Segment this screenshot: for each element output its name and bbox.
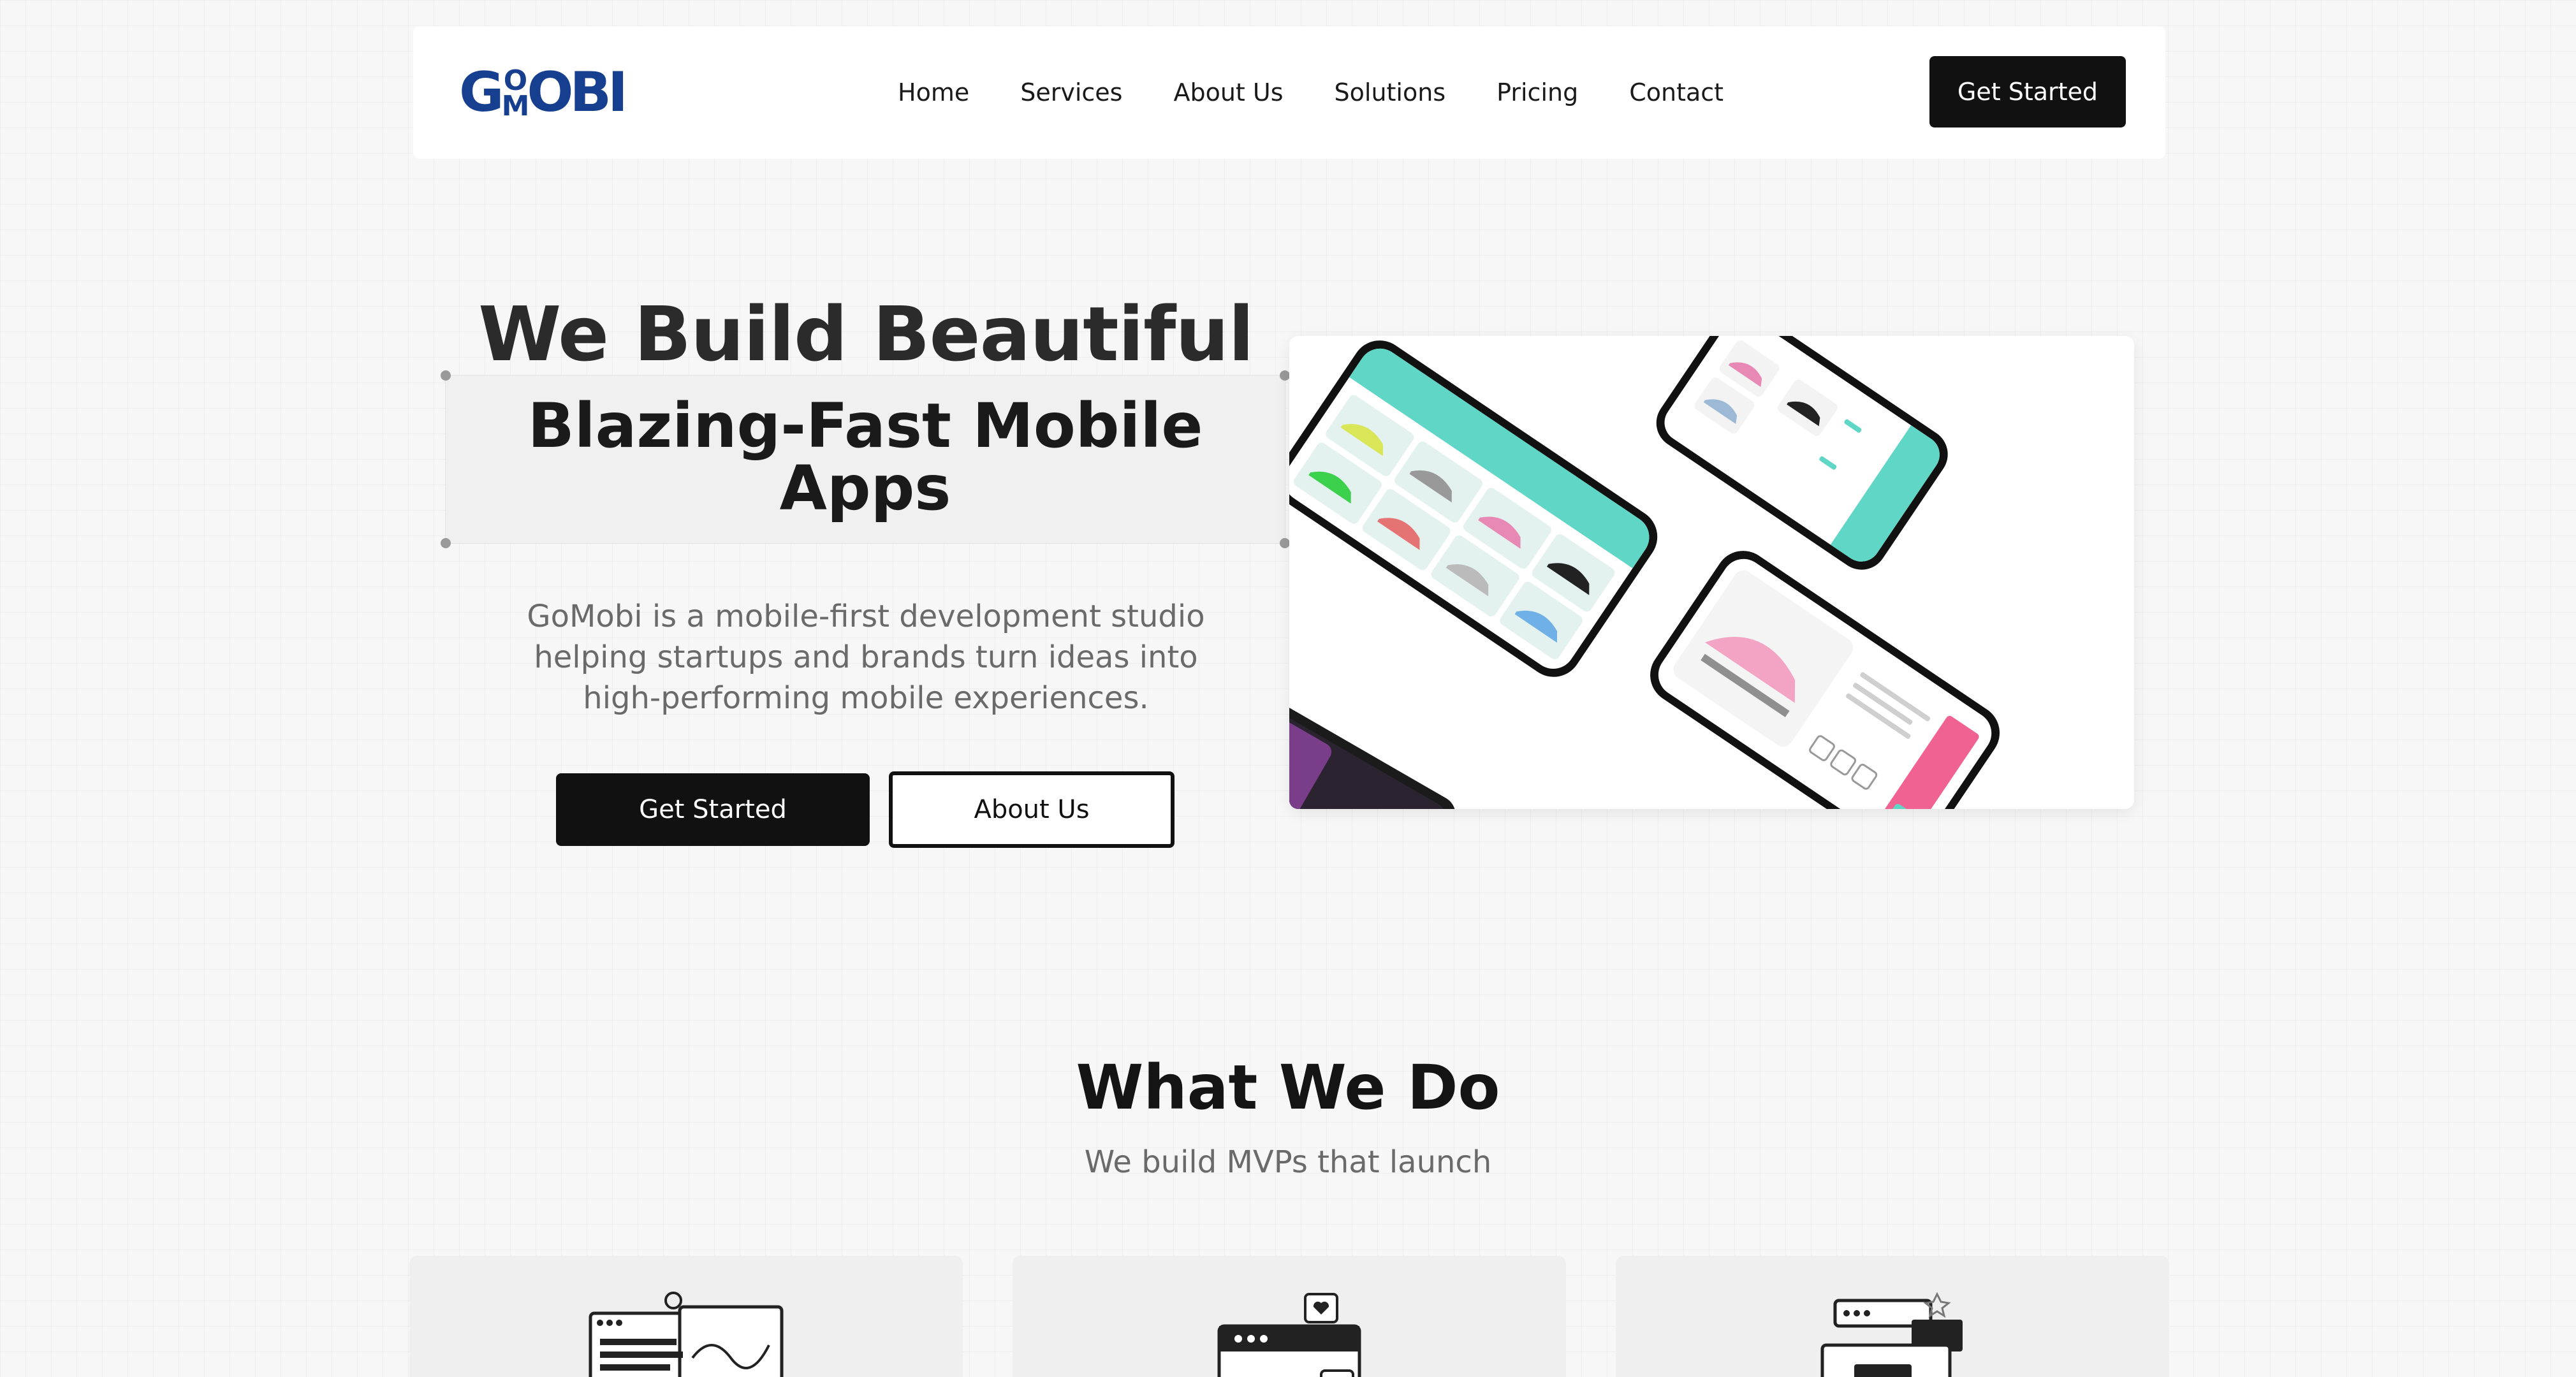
resize-handle-bottom-left — [441, 538, 451, 548]
nav-link-about-us[interactable]: About Us — [1173, 78, 1283, 106]
social-likes-icon — [1217, 1293, 1361, 1377]
section-subtitle: We build MVPs that launch — [1084, 1144, 1492, 1180]
resize-handle-bottom-right — [1280, 538, 1290, 548]
service-card-2[interactable] — [1013, 1256, 1566, 1377]
service-card-3[interactable] — [1616, 1256, 2169, 1377]
hero-highlight-line-2: Apps — [779, 453, 951, 524]
navbar: G O M OBI Home Services About Us Solutions … — [413, 26, 2165, 159]
resize-handle-top-right — [1280, 370, 1290, 381]
phone-dark — [1289, 699, 1456, 809]
section-title-what-we-do: What We Do — [1076, 1052, 1500, 1123]
brand-logo[interactable]: G O M OBI — [459, 65, 628, 120]
service-card-1[interactable] — [409, 1256, 963, 1377]
hero-about-us-button[interactable]: About Us — [889, 771, 1175, 848]
browser-windows-icon — [589, 1292, 784, 1377]
phone-mockups-illustration — [1289, 336, 2000, 809]
hero-get-started-button[interactable]: Get Started — [556, 773, 870, 846]
hero-title: We Build Beautiful — [478, 290, 1254, 378]
hero-description: GoMobi is a mobile-first development stu… — [527, 599, 1205, 716]
nav-get-started-button[interactable]: Get Started — [1929, 56, 2126, 127]
nav-link-home[interactable]: Home — [898, 78, 969, 106]
nav-link-services[interactable]: Services — [1020, 78, 1122, 106]
hero-highlight-box: Blazing-Fast Mobile Apps — [441, 370, 1290, 548]
phone-product-grid — [1289, 340, 1658, 677]
nav-link-solutions[interactable]: Solutions — [1335, 78, 1446, 106]
phone-cart — [1656, 336, 1948, 570]
hero-highlight-line-1: Blazing-Fast Mobile — [527, 390, 1203, 462]
nav-link-pricing[interactable]: Pricing — [1497, 78, 1578, 106]
phone-product-detail — [1650, 551, 2000, 809]
hero-app-mockup-image — [1289, 336, 2134, 809]
nav-link-contact[interactable]: Contact — [1629, 78, 1723, 106]
nav-links: Home Services About Us Solutions Pricing… — [898, 26, 1723, 159]
hero-highlight-title: Blazing-Fast Mobile Apps — [446, 395, 1285, 520]
design-tools-icon — [1820, 1292, 1963, 1377]
resize-handle-top-left — [441, 370, 451, 381]
